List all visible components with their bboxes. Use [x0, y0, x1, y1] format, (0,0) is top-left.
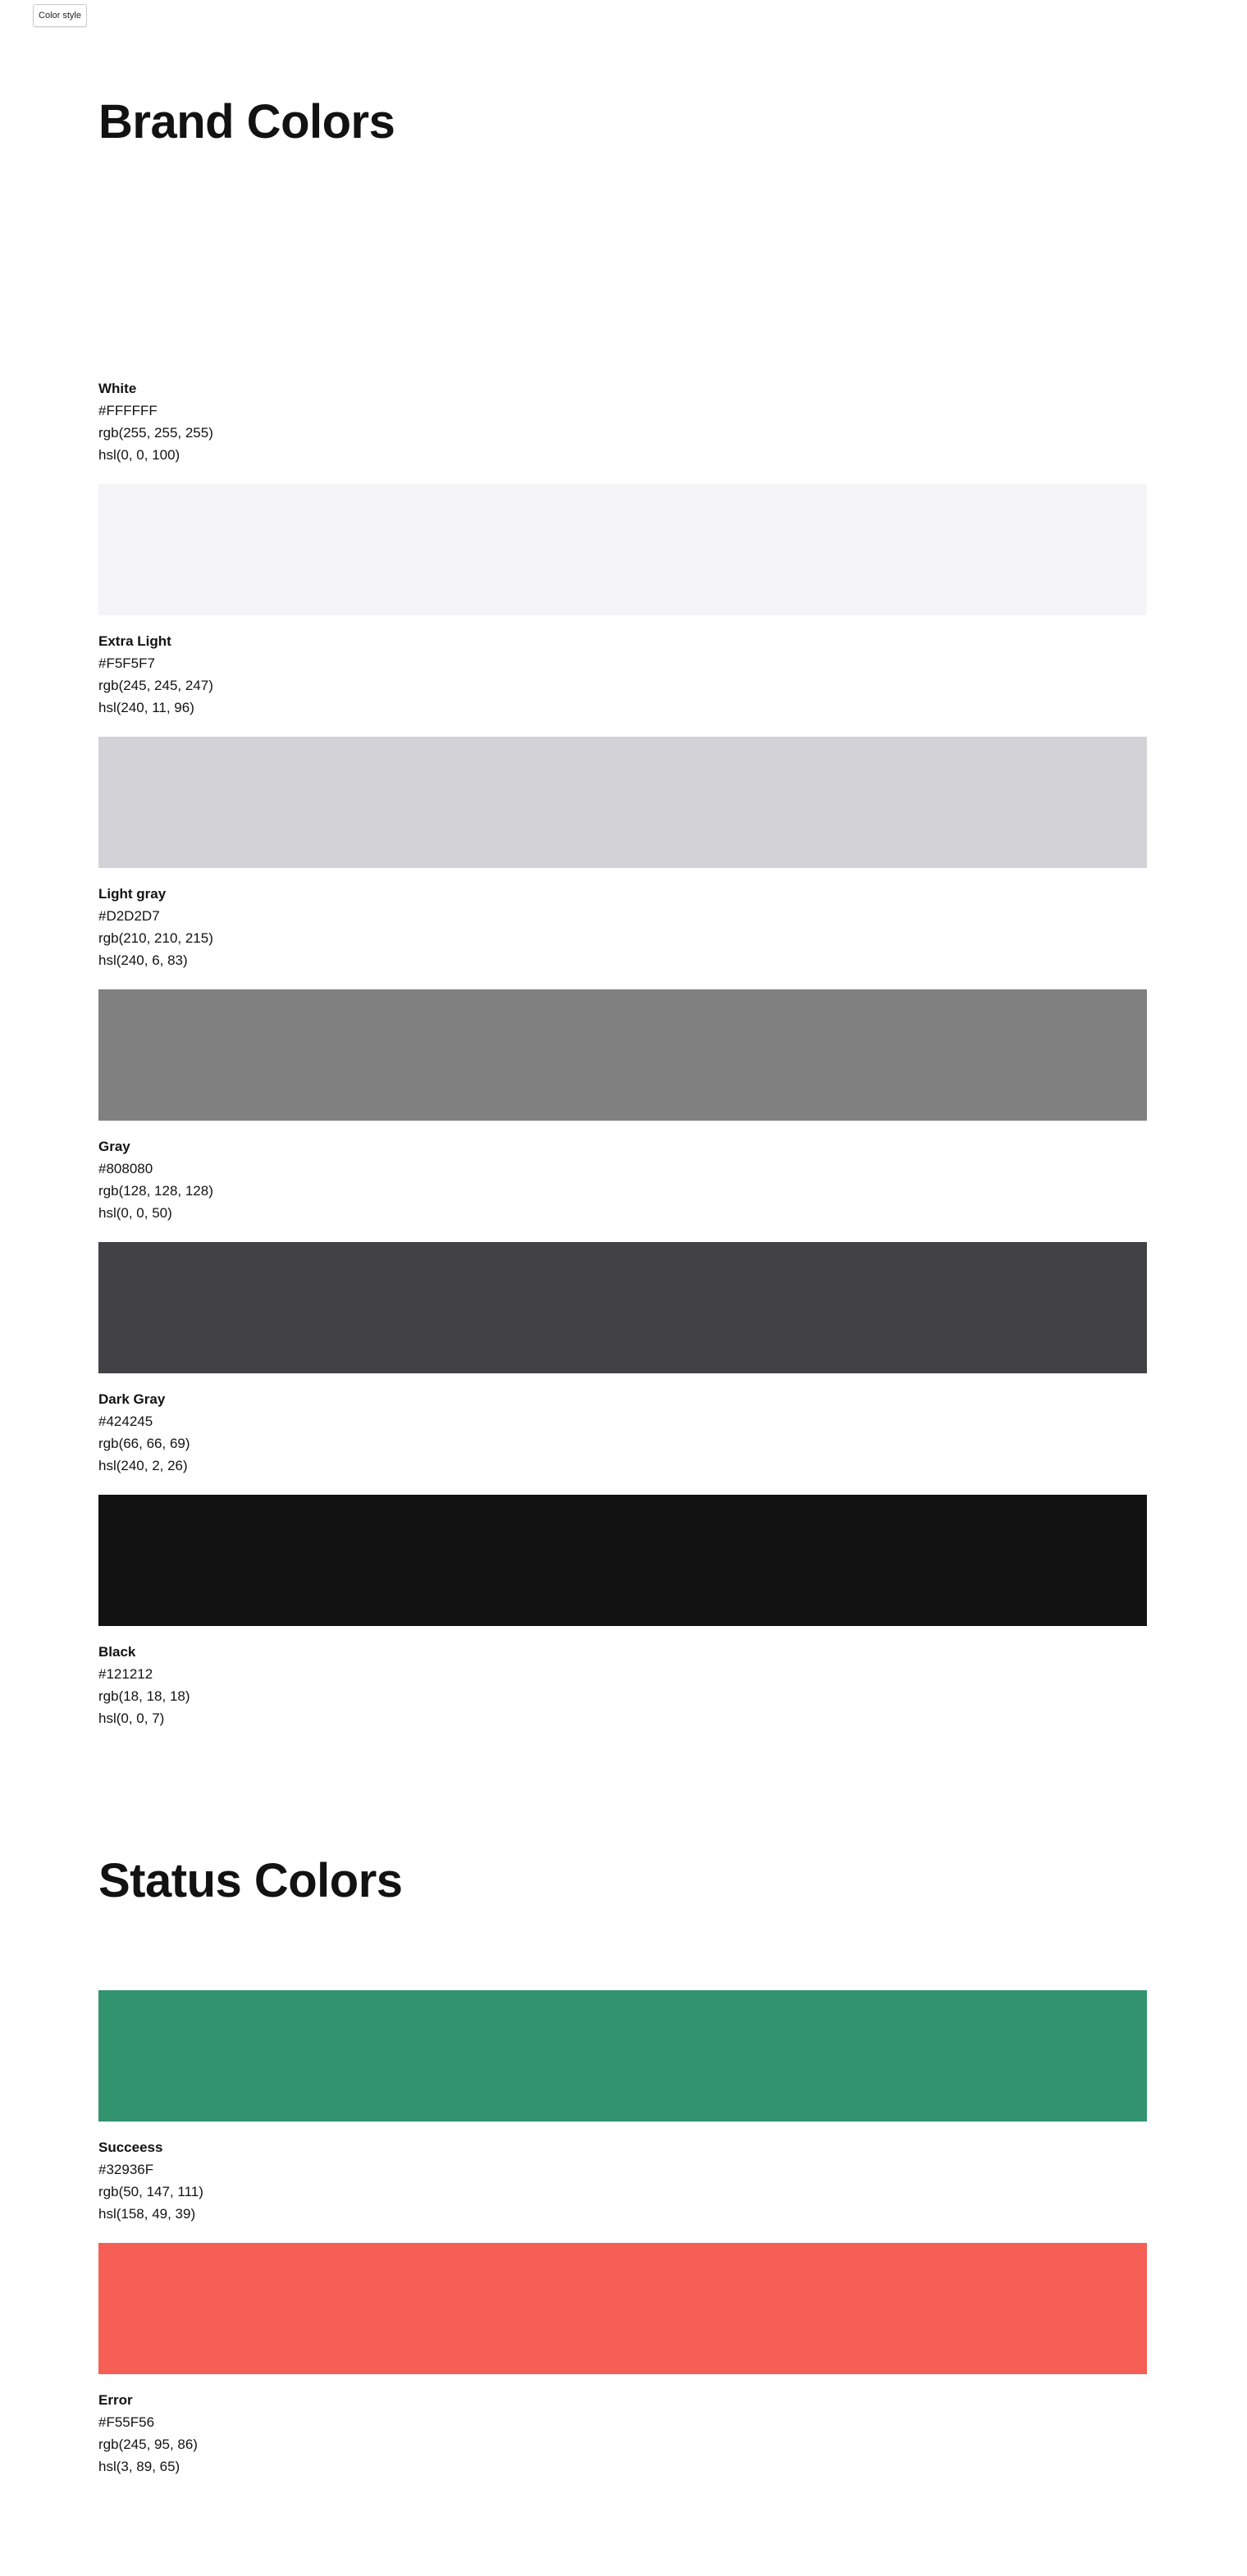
color-name: Light gray: [98, 886, 167, 902]
brand-colors-title: Brand Colors: [98, 95, 395, 148]
color-info-gray: Gray #808080 rgb(128, 128, 128) hsl(0, 0…: [98, 1135, 673, 1224]
color-rgb: rgb(245, 95, 86): [98, 2437, 198, 2452]
color-rgb: rgb(18, 18, 18): [98, 1688, 190, 1704]
swatch-white: [98, 231, 1147, 363]
swatch-success: [98, 1990, 1147, 2122]
color-rgb: rgb(66, 66, 69): [98, 1436, 190, 1451]
color-rgb: rgb(245, 245, 247): [98, 678, 213, 693]
color-hex: #F55F56: [98, 2414, 155, 2430]
color-hex: #32936F: [98, 2162, 154, 2177]
swatch-gray: [98, 989, 1147, 1121]
swatch-light-gray: [98, 737, 1147, 868]
color-info-extra-light: Extra Light #F5F5F7 rgb(245, 245, 247) h…: [98, 630, 673, 719]
color-hsl: hsl(240, 11, 96): [98, 700, 194, 715]
color-rgb: rgb(210, 210, 215): [98, 930, 213, 946]
color-name: Error: [98, 2392, 133, 2408]
color-info-dark-gray: Dark Gray #424245 rgb(66, 66, 69) hsl(24…: [98, 1388, 673, 1477]
color-name: White: [98, 381, 137, 396]
color-hsl: hsl(0, 0, 100): [98, 447, 180, 463]
color-hex: #808080: [98, 1161, 153, 1176]
color-hsl: hsl(240, 6, 83): [98, 952, 188, 968]
swatch-black: [98, 1495, 1147, 1626]
status-colors-title: Status Colors: [98, 1854, 403, 1907]
color-hex: #F5F5F7: [98, 655, 155, 671]
color-hsl: hsl(3, 89, 65): [98, 2459, 180, 2474]
color-hex: #424245: [98, 1414, 153, 1429]
color-hsl: hsl(0, 0, 7): [98, 1710, 165, 1726]
color-hex: #121212: [98, 1666, 153, 1682]
color-info-black: Black #121212 rgb(18, 18, 18) hsl(0, 0, …: [98, 1641, 673, 1729]
color-rgb: rgb(128, 128, 128): [98, 1183, 213, 1199]
color-info-white: White #FFFFFF rgb(255, 255, 255) hsl(0, …: [98, 377, 673, 466]
color-rgb: rgb(50, 147, 111): [98, 2184, 203, 2199]
color-hex: #FFFFFF: [98, 403, 158, 418]
color-name: Extra Light: [98, 633, 171, 649]
color-name: Gray: [98, 1139, 130, 1154]
color-hsl: hsl(158, 49, 39): [98, 2206, 196, 2222]
color-name: Dark Gray: [98, 1391, 166, 1407]
swatch-error: [98, 2243, 1147, 2374]
color-info-light-gray: Light gray #D2D2D7 rgb(210, 210, 215) hs…: [98, 883, 673, 971]
color-hsl: hsl(240, 2, 26): [98, 1458, 188, 1473]
color-name: Succeess: [98, 2140, 163, 2155]
swatch-dark-gray: [98, 1242, 1147, 1373]
color-style-button[interactable]: Color style: [33, 4, 87, 27]
color-rgb: rgb(255, 255, 255): [98, 425, 213, 441]
swatch-extra-light: [98, 484, 1147, 615]
color-info-error: Error #F55F56 rgb(245, 95, 86) hsl(3, 89…: [98, 2389, 673, 2478]
color-name: Black: [98, 1644, 136, 1660]
color-hex: #D2D2D7: [98, 908, 160, 924]
color-info-success: Succeess #32936F rgb(50, 147, 111) hsl(1…: [98, 2136, 673, 2225]
color-hsl: hsl(0, 0, 50): [98, 1205, 172, 1221]
